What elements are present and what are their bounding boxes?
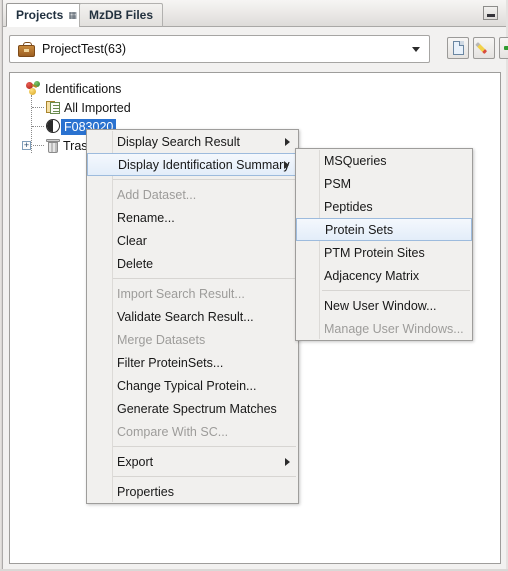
submenu-item-new-user-window-label: New User Window... — [324, 298, 437, 313]
menu-item-filter-proteinsets-label: Filter ProteinSets... — [117, 355, 224, 370]
tree-node-all-imported[interactable]: All Imported — [10, 98, 500, 117]
minimize-button[interactable] — [483, 6, 498, 20]
menu-item-display-search-result[interactable]: Display Search Result — [87, 130, 298, 153]
submenu-item-adjacency-matrix[interactable]: Adjacency Matrix — [296, 264, 472, 287]
tab-mzdb-files-label: MzDB Files — [89, 8, 154, 22]
submenu-item-ptm-protein-sites[interactable]: PTM Protein Sites — [296, 241, 472, 264]
menu-item-properties-label: Properties — [117, 484, 174, 499]
submenu-display-identification-summary[interactable]: MSQueries PSM Peptides Protein Sets PTM … — [295, 148, 473, 341]
submenu-item-msqueries-label: MSQueries — [324, 153, 387, 168]
chevron-down-icon[interactable] — [412, 47, 420, 52]
identifications-icon — [26, 81, 42, 96]
tab-strip-filler — [161, 3, 482, 27]
chevron-right-icon — [284, 160, 289, 169]
menu-item-export-label: Export — [117, 454, 154, 469]
menu-item-compare-with-sc: Compare With SC... — [87, 420, 298, 443]
submenu-item-msqueries[interactable]: MSQueries — [296, 149, 472, 172]
submenu-item-peptides[interactable]: Peptides — [296, 195, 472, 218]
submenu-item-ptm-protein-sites-label: PTM Protein Sites — [324, 245, 425, 260]
menu-separator — [113, 278, 296, 279]
context-menu[interactable]: Display Search Result Display Identifica… — [86, 129, 299, 504]
menu-item-clear-label: Clear — [117, 233, 147, 248]
menu-item-delete[interactable]: Delete — [87, 252, 298, 275]
pin-icon[interactable]: ▦ — [68, 10, 76, 20]
project-selector-combo[interactable]: ProjectTest(63) — [9, 35, 430, 63]
menu-item-add-dataset-label: Add Dataset... — [117, 187, 197, 202]
menu-item-rename-label: Rename... — [117, 210, 175, 225]
menu-item-validate-search-result-label: Validate Search Result... — [117, 309, 254, 324]
tab-strip: Projects ▦ MzDB Files — [3, 0, 506, 27]
menu-item-generate-spectrum-matches[interactable]: Generate Spectrum Matches — [87, 397, 298, 420]
add-project-button[interactable] — [499, 37, 508, 59]
tree-node-identifications[interactable]: Identifications — [10, 79, 500, 98]
menu-separator — [113, 179, 296, 180]
tree-expander-trash[interactable]: + — [22, 141, 31, 150]
submenu-item-manage-user-windows-label: Manage User Windows... — [324, 321, 464, 336]
menu-item-merge-datasets: Merge Datasets — [87, 328, 298, 351]
minimize-icon — [486, 14, 495, 17]
tab-projects[interactable]: Projects ▦ — [6, 3, 86, 27]
page-icon — [452, 41, 464, 55]
menu-item-display-identification-summary[interactable]: Display Identification Summary — [87, 153, 298, 176]
menu-item-display-identification-summary-label: Display Identification Summary — [118, 157, 290, 172]
submenu-item-psm-label: PSM — [324, 176, 352, 191]
menu-item-delete-label: Delete — [117, 256, 154, 271]
menu-item-change-typical-protein[interactable]: Change Typical Protein... — [87, 374, 298, 397]
menu-item-export[interactable]: Export — [87, 450, 298, 473]
edit-project-button[interactable] — [473, 37, 495, 59]
submenu-item-protein-sets[interactable]: Protein Sets — [296, 218, 472, 241]
menu-item-compare-with-sc-label: Compare With SC... — [117, 424, 229, 439]
tree-node-all-imported-label: All Imported — [64, 100, 131, 115]
new-project-button[interactable] — [447, 37, 469, 59]
menu-item-rename[interactable]: Rename... — [87, 206, 298, 229]
menu-item-add-dataset: Add Dataset... — [87, 183, 298, 206]
green-plus-icon — [503, 42, 508, 55]
submenu-item-psm[interactable]: PSM — [296, 172, 472, 195]
tree-expander-trash-glyph: + — [23, 140, 30, 150]
menu-item-validate-search-result[interactable]: Validate Search Result... — [87, 305, 298, 328]
submenu-item-adjacency-matrix-label: Adjacency Matrix — [324, 268, 420, 283]
submenu-item-peptides-label: Peptides — [324, 199, 373, 214]
tab-mzdb-files[interactable]: MzDB Files — [79, 3, 164, 27]
chevron-right-icon — [285, 457, 290, 466]
menu-item-import-search-result-label: Import Search Result... — [117, 286, 245, 301]
chevron-right-icon — [285, 137, 290, 146]
project-toolbar: ProjectTest(63) — [9, 35, 508, 63]
briefcase-icon — [18, 41, 35, 57]
project-selector-value: ProjectTest(63) — [42, 42, 127, 56]
documents-icon — [46, 100, 61, 115]
submenu-item-new-user-window[interactable]: New User Window... — [296, 294, 472, 317]
menu-separator — [113, 476, 296, 477]
menu-separator — [113, 446, 296, 447]
submenu-item-manage-user-windows: Manage User Windows... — [296, 317, 472, 340]
menu-item-change-typical-protein-label: Change Typical Protein... — [117, 378, 257, 393]
application-window: Projects ▦ MzDB Files ProjectTest(63) Id… — [0, 0, 508, 571]
menu-item-import-search-result: Import Search Result... — [87, 282, 298, 305]
menu-item-display-search-result-label: Display Search Result — [117, 134, 240, 149]
menu-item-merge-datasets-label: Merge Datasets — [117, 332, 206, 347]
pie-icon — [46, 119, 61, 134]
trash-icon — [46, 138, 60, 153]
submenu-separator — [322, 290, 470, 291]
menu-item-properties[interactable]: Properties — [87, 480, 298, 503]
menu-item-generate-spectrum-matches-label: Generate Spectrum Matches — [117, 401, 277, 416]
tree-node-identifications-label: Identifications — [45, 81, 122, 96]
pencil-icon — [475, 41, 491, 55]
submenu-item-protein-sets-label: Protein Sets — [325, 222, 394, 237]
menu-item-clear[interactable]: Clear — [87, 229, 298, 252]
menu-item-filter-proteinsets[interactable]: Filter ProteinSets... — [87, 351, 298, 374]
window-left-edge — [0, 0, 3, 571]
tab-projects-label: Projects — [16, 8, 64, 22]
